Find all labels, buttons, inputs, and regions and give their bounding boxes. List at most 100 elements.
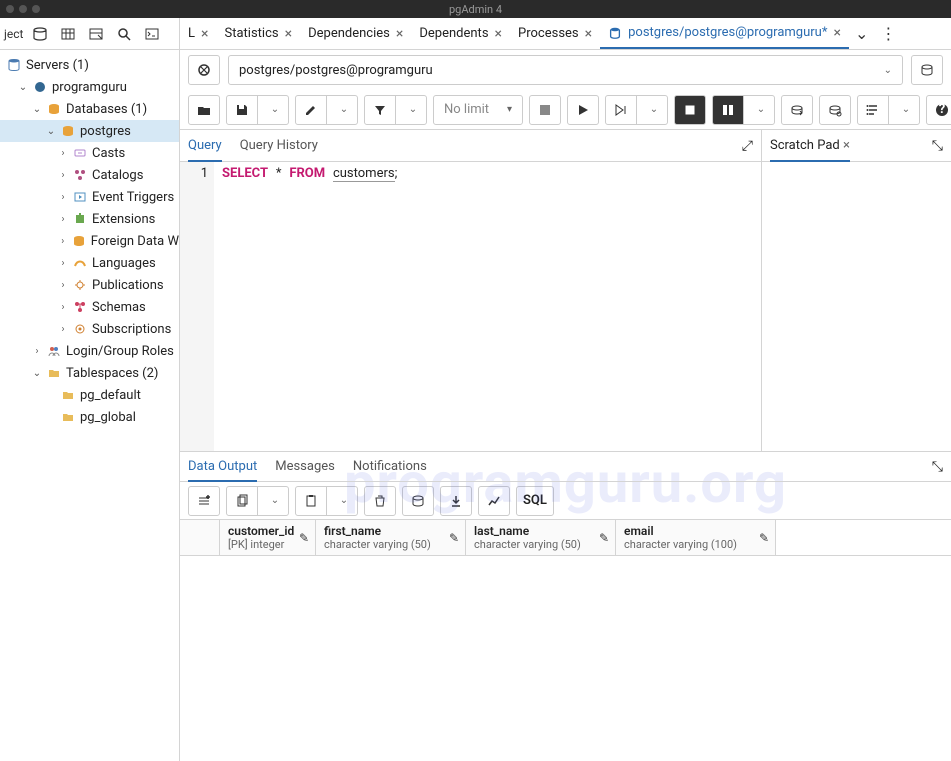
- tree-event-triggers[interactable]: ›Event Triggers: [0, 186, 179, 208]
- edit-icon[interactable]: ✎: [299, 531, 309, 545]
- tree-login-roles[interactable]: ›Login/Group Roles: [0, 340, 179, 362]
- close-icon[interactable]: ×: [201, 26, 208, 42]
- close-icon[interactable]: ×: [495, 26, 502, 42]
- sql-editor[interactable]: 1 SELECT * FROM customers;: [180, 162, 761, 451]
- tab-statistics[interactable]: Statistics×: [217, 18, 301, 49]
- psql-icon[interactable]: [139, 21, 165, 47]
- graph-button[interactable]: [478, 486, 510, 516]
- chevron-right-icon[interactable]: ›: [58, 324, 68, 335]
- traffic-light-min[interactable]: [19, 5, 27, 13]
- chevron-down-icon[interactable]: ⌄: [32, 368, 42, 379]
- data-output-tab[interactable]: Data Output: [188, 453, 257, 482]
- explain-analyze-button[interactable]: [674, 95, 706, 125]
- paste-button[interactable]: [295, 486, 327, 516]
- tree-subscriptions[interactable]: ›Subscriptions: [0, 318, 179, 340]
- history-tab[interactable]: Query History: [240, 130, 318, 161]
- tab-query-tool[interactable]: postgres/postgres@programguru*×: [600, 18, 849, 49]
- stop-button[interactable]: [529, 95, 561, 125]
- sql-button[interactable]: SQL: [516, 486, 554, 516]
- filter-button[interactable]: [364, 95, 396, 125]
- result-grid[interactable]: customer_id[PK] integer✎ first_namechara…: [180, 520, 951, 761]
- traffic-light-close[interactable]: [6, 5, 14, 13]
- save-dropdown[interactable]: ⌄: [257, 95, 289, 125]
- tree-database-postgres[interactable]: ⌄postgres: [0, 120, 179, 142]
- chevron-right-icon[interactable]: ›: [58, 280, 68, 291]
- column-header[interactable]: last_namecharacter varying (50)✎: [466, 520, 616, 555]
- edit-button[interactable]: [295, 95, 327, 125]
- notifications-tab[interactable]: Notifications: [353, 452, 427, 481]
- tree-foreign-data[interactable]: ›Foreign Data W: [0, 230, 179, 252]
- tab-dependencies[interactable]: Dependencies×: [300, 18, 411, 49]
- tree-publications[interactable]: ›Publications: [0, 274, 179, 296]
- explain-dropdown[interactable]: ⌄: [636, 95, 668, 125]
- tab[interactable]: L×: [180, 18, 217, 49]
- view-data-icon[interactable]: [55, 21, 81, 47]
- traffic-light-max[interactable]: [32, 5, 40, 13]
- save-button[interactable]: [226, 95, 258, 125]
- chevron-right-icon[interactable]: ›: [58, 258, 68, 269]
- connection-select[interactable]: postgres/postgres@programguru⌄: [228, 55, 903, 85]
- new-connection-button[interactable]: [911, 55, 943, 85]
- tree-tablespaces[interactable]: ⌄Tablespaces (2): [0, 362, 179, 384]
- macros-button[interactable]: [857, 95, 889, 125]
- paste-dropdown[interactable]: ⌄: [326, 486, 358, 516]
- column-header[interactable]: emailcharacter varying (100)✎: [616, 520, 776, 555]
- filter-dropdown[interactable]: ⌄: [395, 95, 427, 125]
- tree-casts[interactable]: ›Casts: [0, 142, 179, 164]
- macros-dropdown[interactable]: ⌄: [888, 95, 920, 125]
- close-icon[interactable]: ×: [585, 26, 592, 42]
- delete-row-button[interactable]: [364, 486, 396, 516]
- chevron-right-icon[interactable]: ›: [58, 170, 68, 181]
- chevron-right-icon[interactable]: ›: [58, 302, 68, 313]
- tree-catalogs[interactable]: ›Catalogs: [0, 164, 179, 186]
- expand-icon[interactable]: ⤡: [932, 138, 943, 154]
- edit-icon[interactable]: ✎: [759, 531, 769, 545]
- save-data-button[interactable]: [402, 486, 434, 516]
- filter-rows-icon[interactable]: [83, 21, 109, 47]
- scratch-pad-tab[interactable]: Scratch Pad ×: [770, 131, 850, 162]
- connection-status-button[interactable]: [188, 55, 220, 85]
- expand-icon[interactable]: ⤡: [932, 459, 943, 475]
- tab-dependents[interactable]: Dependents×: [411, 18, 510, 49]
- messages-tab[interactable]: Messages: [275, 452, 335, 481]
- edit-dropdown[interactable]: ⌄: [326, 95, 358, 125]
- explain-button[interactable]: [605, 95, 637, 125]
- tree-databases[interactable]: ⌄Databases (1): [0, 98, 179, 120]
- tree-server[interactable]: ⌄programguru: [0, 76, 179, 98]
- open-file-button[interactable]: [188, 95, 220, 125]
- chevron-right-icon[interactable]: ›: [58, 214, 68, 225]
- tab-processes[interactable]: Processes×: [510, 18, 600, 49]
- chevron-right-icon[interactable]: ›: [58, 236, 68, 247]
- copy-dropdown[interactable]: ⌄: [257, 486, 289, 516]
- column-header[interactable]: first_namecharacter varying (50)✎: [316, 520, 466, 555]
- rollback-button[interactable]: [781, 95, 813, 125]
- tree-schemas[interactable]: ›Schemas: [0, 296, 179, 318]
- scratch-pad-area[interactable]: [762, 162, 951, 451]
- commit-button[interactable]: [712, 95, 744, 125]
- chevron-down-icon[interactable]: ⌄: [18, 82, 28, 93]
- limit-select[interactable]: No limit▾: [433, 95, 523, 125]
- chevron-right-icon[interactable]: ›: [58, 148, 68, 159]
- tree-extensions[interactable]: ›Extensions: [0, 208, 179, 230]
- download-button[interactable]: [440, 486, 472, 516]
- more-icon[interactable]: ⋮: [874, 24, 902, 43]
- close-icon[interactable]: ×: [843, 138, 850, 153]
- close-icon[interactable]: ×: [396, 26, 403, 42]
- commit-dropdown[interactable]: ⌄: [743, 95, 775, 125]
- query-tab[interactable]: Query: [188, 131, 222, 162]
- copy-button[interactable]: [226, 486, 258, 516]
- close-icon[interactable]: ×: [285, 26, 292, 42]
- column-header[interactable]: customer_id[PK] integer✎: [220, 520, 316, 555]
- edit-icon[interactable]: ✎: [599, 531, 609, 545]
- help-button[interactable]: ?: [926, 95, 951, 125]
- tree-languages[interactable]: ›Languages: [0, 252, 179, 274]
- tree-ts-global[interactable]: pg_global: [0, 406, 179, 428]
- execute-button[interactable]: [567, 95, 599, 125]
- auto-rollback-button[interactable]: [819, 95, 851, 125]
- query-tool-icon[interactable]: [27, 21, 53, 47]
- close-icon[interactable]: ×: [833, 25, 840, 41]
- tab-overflow-icon[interactable]: ⌄: [849, 24, 874, 43]
- add-row-button[interactable]: [188, 486, 220, 516]
- chevron-down-icon[interactable]: ⌄: [46, 126, 56, 137]
- search-icon[interactable]: [111, 21, 137, 47]
